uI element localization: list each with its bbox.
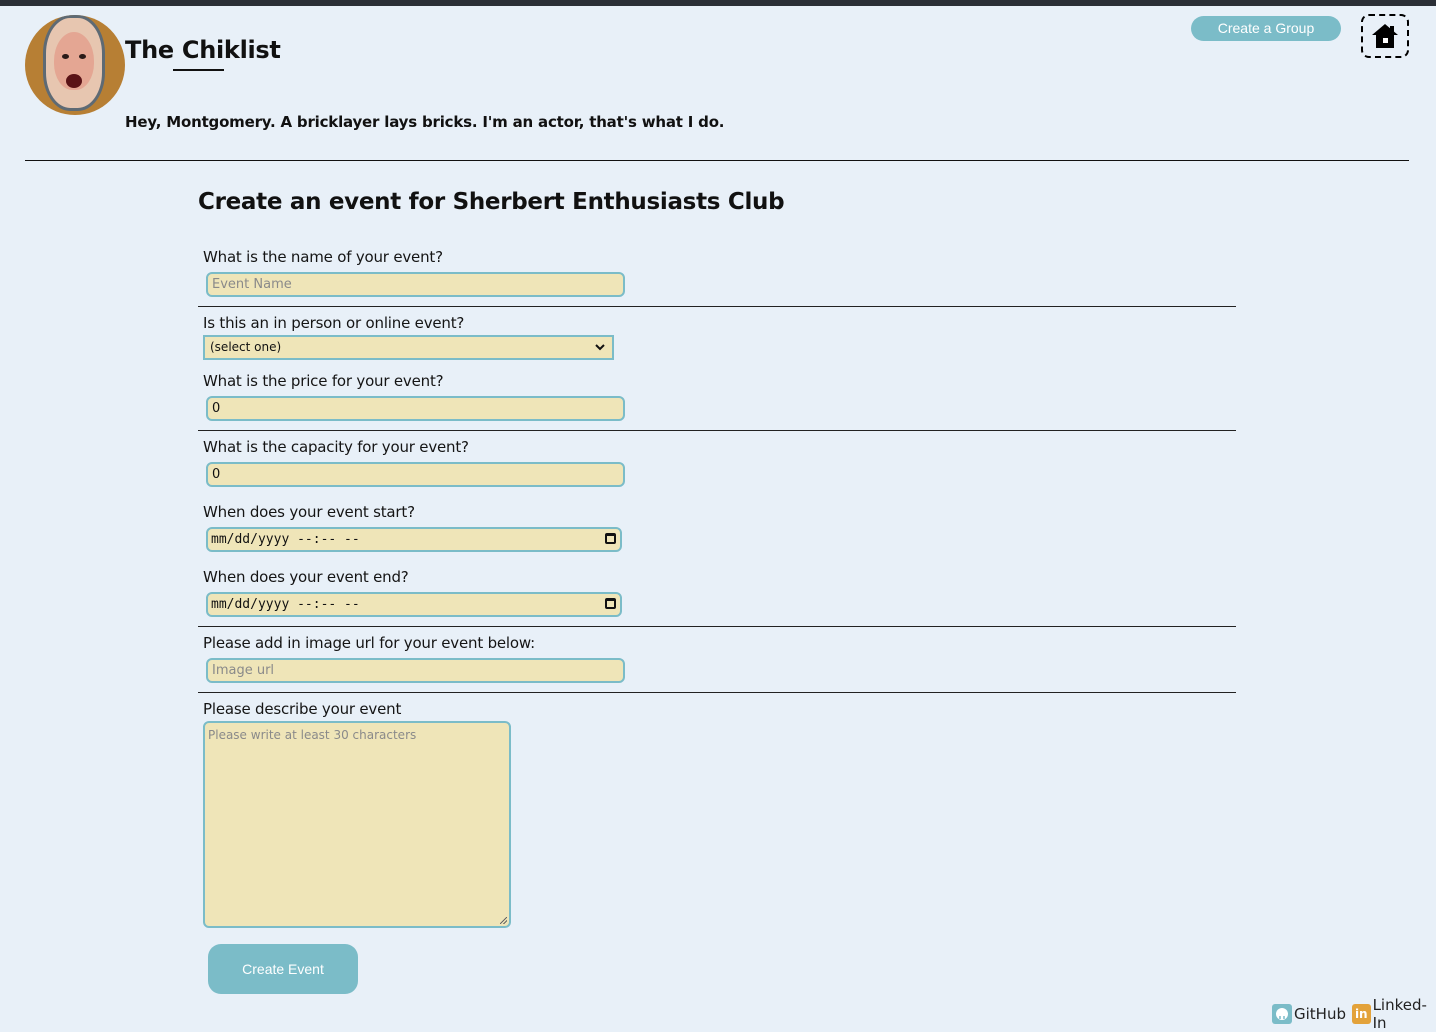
event-type-select[interactable]: (select one): [203, 335, 614, 360]
description-placeholder: Please write at least 30 characters: [208, 728, 417, 742]
calendar-icon[interactable]: [605, 533, 616, 544]
brand-title[interactable]: The Chiklist: [125, 36, 281, 64]
home-button[interactable]: [1361, 14, 1409, 58]
github-icon: [1272, 1004, 1292, 1024]
github-label: GitHub: [1294, 1005, 1346, 1023]
brand-underline: [173, 69, 224, 71]
image-url-input[interactable]: Image url: [206, 658, 625, 683]
event-price-input[interactable]: 0: [206, 396, 625, 421]
event-start-value: mm/dd/yyyy --:-- --: [211, 532, 360, 547]
event-start-datetime[interactable]: mm/dd/yyyy --:-- --: [206, 527, 622, 552]
event-name-label: What is the name of your event?: [203, 248, 443, 266]
group-avatar: [25, 15, 125, 115]
event-type-label: Is this an in person or online event?: [203, 314, 465, 332]
home-icon: [1372, 24, 1398, 48]
description-label: Please describe your event: [203, 700, 402, 718]
description-textarea[interactable]: Please write at least 30 characters: [203, 721, 511, 928]
section-divider: [198, 430, 1236, 431]
avatar-portrait: [43, 15, 105, 111]
event-start-label: When does your event start?: [203, 503, 415, 521]
section-divider: [198, 306, 1236, 307]
event-end-value: mm/dd/yyyy --:-- --: [211, 597, 360, 612]
event-capacity-label: What is the capacity for your event?: [203, 438, 469, 456]
github-link[interactable]: GitHub: [1272, 1004, 1346, 1024]
image-url-label: Please add in image url for your event b…: [203, 634, 535, 652]
event-capacity-input[interactable]: 0: [206, 462, 625, 487]
footer-links: GitHub in Linked-In: [1272, 996, 1436, 1032]
avatar-mouth: [66, 74, 82, 88]
event-type-selected: (select one): [210, 340, 282, 354]
event-end-label: When does your event end?: [203, 568, 409, 586]
create-event-button[interactable]: Create Event: [208, 944, 358, 994]
resize-handle[interactable]: [500, 917, 507, 924]
page-title: Create an event for Sherbert Enthusiasts…: [198, 189, 785, 215]
avatar-eye-right: [79, 54, 86, 59]
linkedin-icon: in: [1351, 1004, 1371, 1024]
linkedin-link[interactable]: in Linked-In: [1351, 996, 1436, 1032]
event-name-input[interactable]: Event Name: [206, 272, 625, 297]
linkedin-label: Linked-In: [1372, 996, 1427, 1032]
event-end-datetime[interactable]: mm/dd/yyyy --:-- --: [206, 592, 622, 617]
create-group-button[interactable]: Create a Group: [1191, 16, 1341, 41]
event-price-label: What is the price for your event?: [203, 372, 444, 390]
header-divider: [25, 160, 1409, 161]
avatar-eye-left: [62, 54, 69, 59]
calendar-icon[interactable]: [605, 598, 616, 609]
section-divider: [198, 626, 1236, 627]
user-greeting: Hey, Montgomery. A bricklayer lays brick…: [125, 113, 725, 131]
browser-top-bar: [0, 0, 1436, 6]
section-divider: [198, 692, 1236, 693]
chevron-down-icon: [595, 344, 605, 351]
